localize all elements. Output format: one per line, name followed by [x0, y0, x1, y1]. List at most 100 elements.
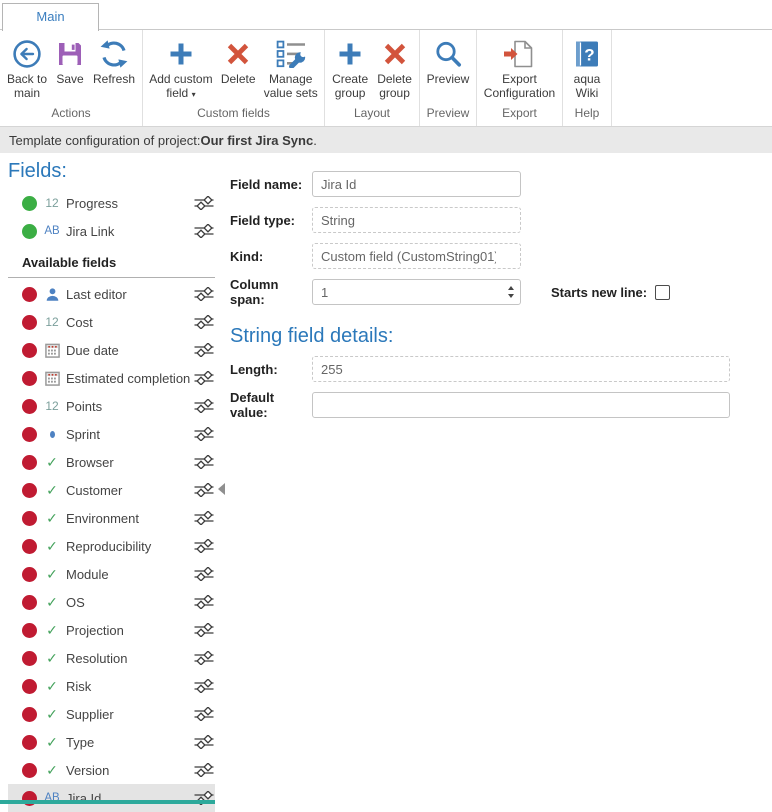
field-item-sprint[interactable]: Sprint: [8, 420, 215, 448]
form-row-column-span: Column span:Starts new line:: [230, 274, 772, 310]
length-input: [312, 356, 730, 382]
drag-handle-icon[interactable]: [193, 371, 215, 385]
kind-label: Kind:: [230, 249, 312, 264]
drag-handle-icon[interactable]: [193, 651, 215, 665]
field-item-resolution[interactable]: ✓Resolution: [8, 644, 215, 672]
drag-handle-icon[interactable]: [193, 455, 215, 469]
field-item-cost[interactable]: 12Cost: [8, 308, 215, 336]
aqua-wiki-button[interactable]: ?aquaWiki: [572, 34, 603, 101]
check-icon: ✓: [40, 734, 64, 751]
content-area: Fields: 12ProgressABJira Link Available …: [0, 153, 772, 804]
delete-group-button[interactable]: Deletegroup: [375, 34, 414, 101]
field-item-progress[interactable]: 12Progress: [8, 189, 215, 217]
spinner-up-icon[interactable]: [508, 286, 514, 290]
ribbon: Main Back tomainSaveRefreshActionsAdd cu…: [0, 0, 772, 127]
drag-handle-icon[interactable]: [193, 763, 215, 777]
field-item-reproducibility[interactable]: ✓Reproducibility: [8, 532, 215, 560]
field-item-module[interactable]: ✓Module: [8, 560, 215, 588]
field-item-jira-id[interactable]: ABJira Id: [8, 784, 215, 812]
field-type-input: [312, 207, 521, 233]
available-fields-list: Last editor12CostDue date Estimated compl…: [0, 280, 225, 812]
field-item-supplier[interactable]: ✓Supplier: [8, 700, 215, 728]
field-name-input[interactable]: [312, 171, 521, 197]
status-dot-red: [22, 567, 37, 582]
add-custom-field-button[interactable]: Add customfield ▾: [147, 34, 214, 102]
ribbon-button-label: Creategroup: [332, 73, 368, 100]
field-item-points[interactable]: 12Points: [8, 392, 215, 420]
field-item-customer[interactable]: ✓Customer: [8, 476, 215, 504]
sidebar-horizontal-scrollbar[interactable]: [0, 800, 215, 804]
status-dot-green: [22, 196, 37, 211]
field-item-label: Module: [66, 567, 193, 582]
export-configuration-button[interactable]: ExportConfiguration: [482, 34, 557, 101]
drag-handle-icon[interactable]: [193, 427, 215, 441]
field-item-label: Estimated completion date: [66, 371, 193, 386]
ribbon-button-label: Refresh: [93, 73, 135, 87]
ribbon-button-label: ExportConfiguration: [484, 73, 555, 100]
manage-value-sets-button[interactable]: Managevalue sets: [262, 34, 320, 101]
default-value-input[interactable]: [312, 392, 730, 418]
drag-handle-icon[interactable]: [193, 595, 215, 609]
field-item-os[interactable]: ✓OS: [8, 588, 215, 616]
drag-handle-icon[interactable]: [193, 399, 215, 413]
field-item-label: Supplier: [66, 707, 193, 722]
status-dot-red: [22, 399, 37, 414]
status-dot-red: [22, 343, 37, 358]
field-item-version[interactable]: ✓Version: [8, 756, 215, 784]
starts-new-line-control: Starts new line:: [551, 285, 670, 300]
tab-main[interactable]: Main: [2, 3, 99, 31]
field-item-label: Sprint: [66, 427, 193, 442]
field-name-label: Field name:: [230, 177, 312, 192]
drag-handle-icon[interactable]: [193, 511, 215, 525]
drag-handle-icon[interactable]: [193, 287, 215, 301]
spinner-down-icon[interactable]: [508, 294, 514, 298]
drag-handle-icon[interactable]: [193, 707, 215, 721]
check-icon: ✓: [40, 566, 64, 583]
drag-handle-icon[interactable]: [193, 679, 215, 693]
field-item-projection[interactable]: ✓Projection: [8, 616, 215, 644]
drag-handle-icon[interactable]: [193, 315, 215, 329]
delete-button[interactable]: Delete: [219, 34, 258, 88]
status-dot-red: [22, 707, 37, 722]
column-span-input[interactable]: [312, 279, 521, 305]
save-button[interactable]: Save: [54, 34, 86, 88]
starts-new-line-checkbox[interactable]: [655, 285, 670, 300]
add-icon: [168, 35, 194, 73]
create-group-button[interactable]: Creategroup: [330, 34, 370, 101]
drag-handle-icon[interactable]: [193, 623, 215, 637]
ribbon-group-preview: PreviewPreview: [420, 30, 477, 126]
drag-handle-icon[interactable]: [193, 196, 215, 210]
ribbon-group-label: Custom fields: [143, 104, 324, 126]
drag-handle-icon[interactable]: [193, 224, 215, 238]
form-row-kind: Kind:: [230, 238, 772, 274]
field-item-due-date[interactable]: Due date: [8, 336, 215, 364]
field-item-last-editor[interactable]: Last editor: [8, 280, 215, 308]
back-to-main-button[interactable]: Back tomain: [5, 34, 49, 101]
header-prefix: Template configuration of project:: [9, 133, 201, 148]
drag-handle-icon[interactable]: [193, 539, 215, 553]
field-item-jira-link[interactable]: ABJira Link: [8, 217, 215, 245]
check-icon: ✓: [40, 678, 64, 695]
ribbon-button-label: Delete: [221, 73, 256, 87]
field-item-label: Resolution: [66, 651, 193, 666]
check-icon: ✓: [40, 482, 64, 499]
status-dot-red: [22, 763, 37, 778]
field-item-risk[interactable]: ✓Risk: [8, 672, 215, 700]
refresh-button[interactable]: Refresh: [91, 34, 137, 88]
field-item-label: Risk: [66, 679, 193, 694]
drag-handle-icon[interactable]: [193, 735, 215, 749]
preview-button[interactable]: Preview: [425, 34, 472, 88]
back-icon: [12, 35, 42, 73]
field-item-type[interactable]: ✓Type: [8, 728, 215, 756]
field-item-browser[interactable]: ✓Browser: [8, 448, 215, 476]
starts-new-line-label: Starts new line:: [551, 285, 647, 300]
field-item-label: Reproducibility: [66, 539, 193, 554]
field-item-environment[interactable]: ✓Environment: [8, 504, 215, 532]
status-dot-red: [22, 483, 37, 498]
drag-handle-icon[interactable]: [193, 483, 215, 497]
drag-handle-icon[interactable]: [193, 343, 215, 357]
status-dot-red: [22, 315, 37, 330]
drag-handle-icon[interactable]: [193, 567, 215, 581]
sidebar-collapse-arrow[interactable]: [218, 483, 225, 495]
field-item-estimated-completion-date[interactable]: Estimated completion date: [8, 364, 215, 392]
